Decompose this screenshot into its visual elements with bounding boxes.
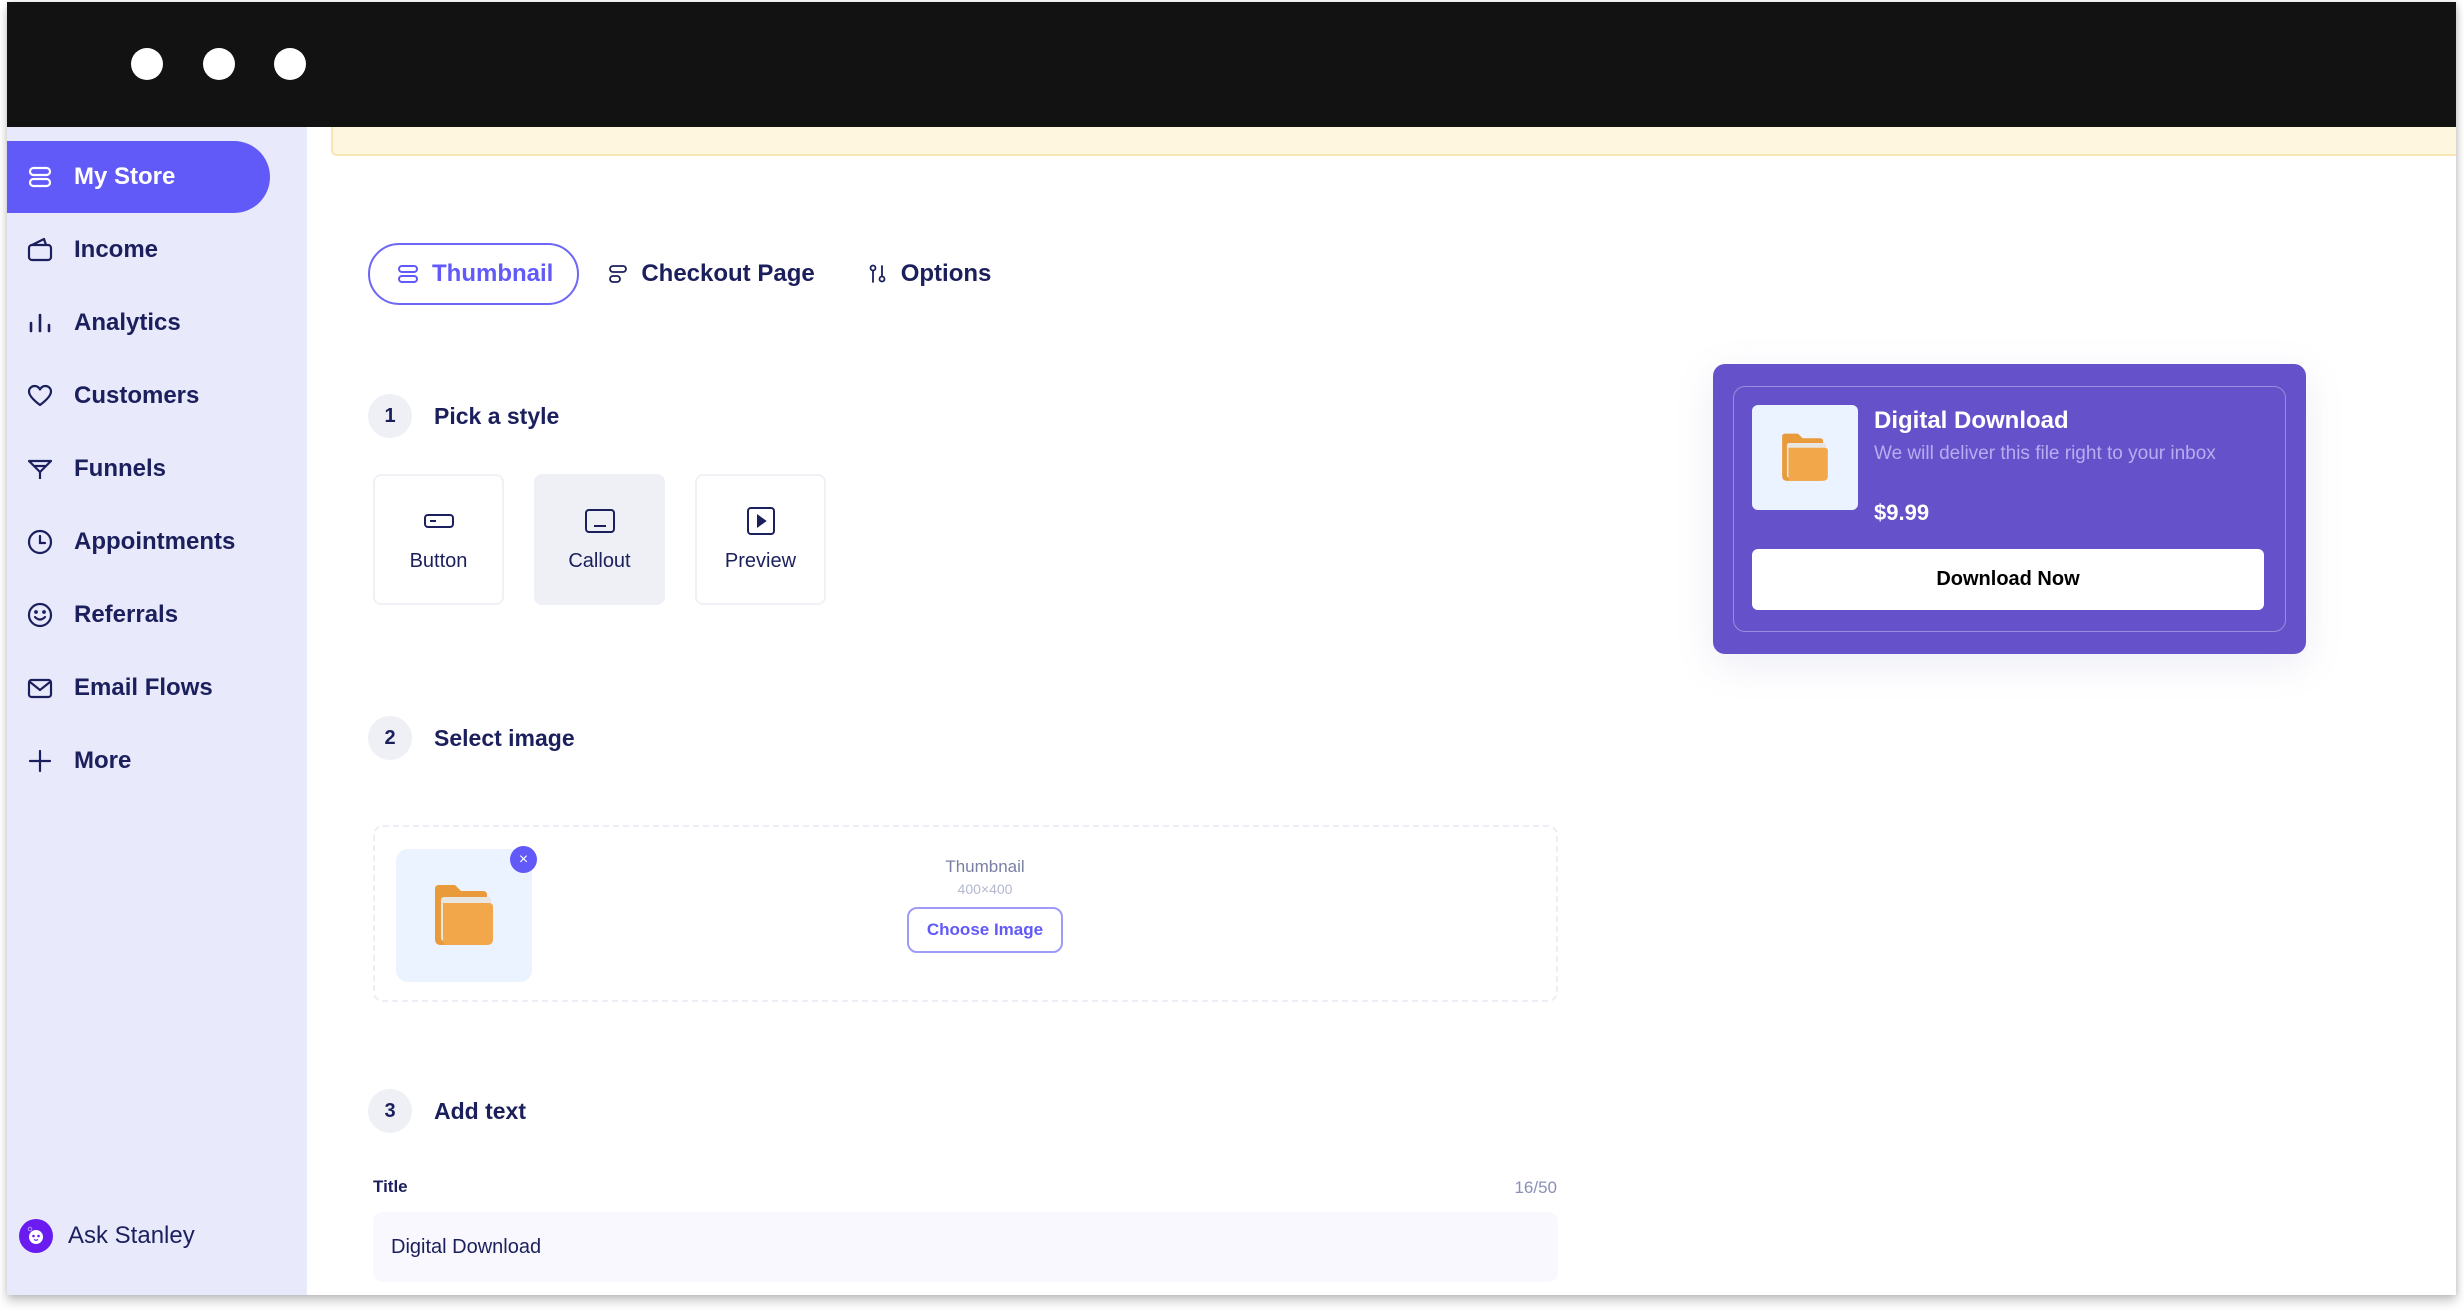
thumbnail-image (396, 849, 532, 982)
choose-image-button[interactable]: Choose Image (907, 907, 1063, 953)
sidebar-item-label: Funnels (74, 455, 167, 482)
sidebar-item-label: Referrals (74, 601, 179, 628)
app-window: My Store Income Analytics Customers Funn… (7, 2, 2456, 1295)
store-icon (396, 262, 420, 286)
tab-label: Options (900, 260, 992, 287)
window-dot-3[interactable] (274, 48, 306, 80)
remove-image-button[interactable]: × (510, 846, 537, 873)
sidebar-item-customers[interactable]: Customers (7, 360, 270, 432)
step-title: Select image (434, 724, 575, 751)
step-number: 3 (368, 1089, 412, 1133)
preview-price: $9.99 (1874, 500, 1930, 525)
title-input[interactable] (373, 1212, 1558, 1282)
tab-label: Checkout Page (641, 260, 815, 287)
sidebar-item-referrals[interactable]: Referrals (7, 579, 270, 651)
product-preview-card: Digital Download We will deliver this fi… (1713, 364, 2306, 654)
window-dot-1[interactable] (131, 48, 163, 80)
title-bar (7, 2, 2456, 127)
play-icon (746, 506, 776, 536)
style-option-label: Callout (568, 550, 631, 572)
step-pick-style: 1 Pick a style (368, 394, 559, 438)
folder-icon (1782, 433, 1828, 481)
download-now-button[interactable]: Download Now (1752, 549, 2264, 610)
title-char-count: 16/50 (1514, 1178, 1557, 1197)
title-field-label: Title (373, 1177, 408, 1196)
sidebar-item-label: Appointments (74, 528, 236, 555)
plus-icon (26, 747, 54, 775)
sidebar-item-more[interactable]: More (7, 725, 270, 797)
tab-thumbnail[interactable]: Thumbnail (368, 243, 580, 305)
sidebar-item-analytics[interactable]: Analytics (7, 287, 270, 359)
image-name: Thumbnail (945, 857, 1025, 876)
sidebar-item-label: Analytics (74, 309, 181, 336)
sidebar-item-my-store[interactable]: My Store (7, 141, 270, 213)
sidebar-item-label: Income (74, 236, 159, 263)
sidebar-item-income[interactable]: Income (7, 214, 270, 286)
step-number: 2 (368, 716, 412, 760)
step-add-text: 3 Add text (368, 1089, 526, 1133)
step-select-image: 2 Select image (368, 716, 575, 760)
sidebar: My Store Income Analytics Customers Funn… (7, 127, 307, 1295)
sliders-icon (867, 263, 889, 285)
preview-thumbnail (1752, 405, 1858, 510)
style-option-label: Preview (724, 550, 797, 572)
ask-stanley-label: Ask Stanley (68, 1222, 195, 1249)
robot-icon (19, 1219, 53, 1253)
style-option-label: Button (409, 550, 468, 572)
step-title: Pick a style (434, 402, 560, 429)
store-icon (26, 163, 54, 191)
heart-icon (26, 382, 54, 410)
style-option-preview[interactable]: Preview (695, 474, 826, 605)
mail-icon (26, 674, 54, 702)
image-dropzone[interactable]: × Thumbnail 400×400 Choose Image (373, 825, 1558, 1002)
folder-icon (435, 884, 493, 945)
clock-icon (26, 528, 54, 556)
style-options: Button Callout Preview (373, 474, 856, 605)
tab-checkout-page[interactable]: Checkout Page (607, 243, 815, 305)
sidebar-item-funnels[interactable]: Funnels (7, 433, 270, 505)
sidebar-item-label: Email Flows (74, 674, 213, 701)
window-dot-2[interactable] (203, 48, 235, 80)
ask-stanley-button[interactable]: Ask Stanley (19, 1219, 195, 1253)
preview-description: We will deliver this file right to your … (1874, 443, 2216, 464)
editor-tabs: Thumbnail Checkout Page Options (368, 243, 991, 305)
image-info: Thumbnail 400×400 Choose Image (905, 857, 1065, 953)
step-number: 1 (368, 394, 412, 438)
tab-label: Thumbnail (432, 260, 554, 287)
sidebar-item-appointments[interactable]: Appointments (7, 506, 270, 578)
tab-options[interactable]: Options (867, 243, 992, 305)
image-size: 400×400 (957, 881, 1013, 897)
bar-chart-icon (26, 309, 54, 337)
preview-title: Digital Download (1874, 407, 2069, 434)
style-option-button[interactable]: Button (373, 474, 504, 605)
wallet-icon (26, 236, 54, 264)
preview-inner-frame: Digital Download We will deliver this fi… (1733, 386, 2286, 632)
callout-icon (584, 506, 616, 536)
sidebar-item-label: Customers (74, 382, 200, 409)
step-title: Add text (434, 1097, 526, 1124)
layout-icon (607, 263, 629, 285)
funnel-icon (26, 455, 54, 483)
sidebar-item-label: My Store (74, 163, 176, 190)
style-option-callout[interactable]: Callout (534, 474, 665, 605)
sidebar-item-email-flows[interactable]: Email Flows (7, 652, 270, 724)
button-icon (423, 506, 455, 536)
sidebar-item-label: More (74, 747, 132, 774)
smiley-icon (26, 601, 54, 629)
